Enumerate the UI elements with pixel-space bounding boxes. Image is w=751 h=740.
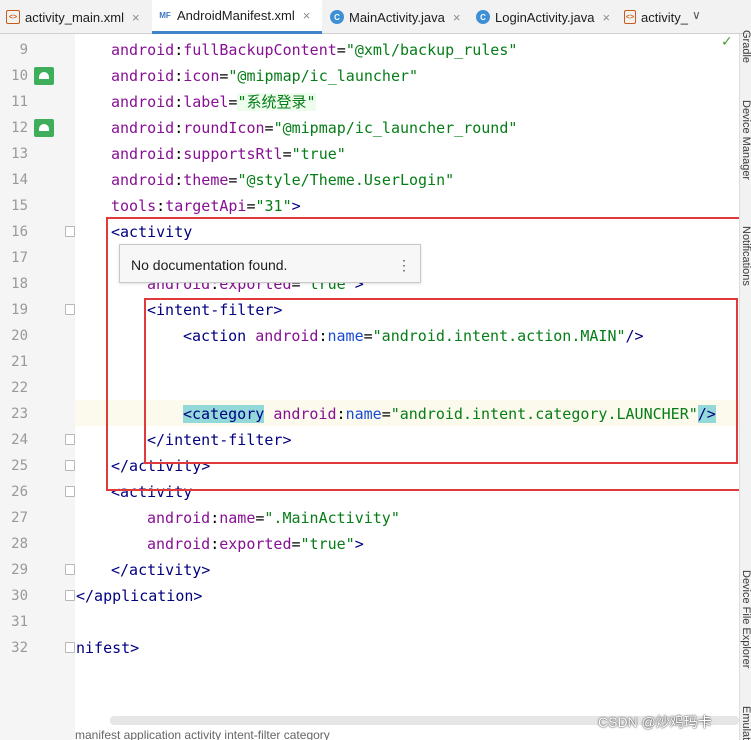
editor-tab-bar: <> activity_main.xml × MF AndroidManifes…	[0, 0, 751, 34]
close-icon[interactable]: ×	[132, 10, 140, 25]
code-text[interactable]: nifest>	[76, 635, 139, 661]
code-text[interactable]: android:label="系统登录"	[111, 89, 316, 115]
manifest-file-icon: MF	[159, 11, 171, 20]
code-text[interactable]: android:icon="@mipmap/ic_launcher"	[111, 63, 418, 89]
line-number: 20	[11, 328, 28, 344]
code-line: 28 android:exported="true">	[0, 531, 751, 557]
fold-icon[interactable]	[65, 434, 75, 445]
code-text[interactable]: android:exported="true">	[147, 531, 364, 557]
code-line: 12 android:roundIcon="@mipmap/ic_launche…	[0, 115, 751, 141]
code-line: 13 android:supportsRtl="true"	[0, 141, 751, 167]
line-number: 18	[11, 276, 28, 292]
code-line: 9 android:fullBackupContent="@xml/backup…	[0, 37, 751, 63]
line-number: 17	[11, 250, 28, 266]
android-icon[interactable]	[34, 119, 54, 137]
code-text[interactable]: tools:targetApi="31">	[111, 193, 301, 219]
code-text[interactable]: </application>	[76, 583, 202, 609]
annotation-box-intent-filter	[144, 298, 738, 464]
line-number: 16	[11, 224, 28, 240]
code-line: 30 </application>	[0, 583, 751, 609]
android-icon[interactable]	[34, 67, 54, 85]
line-number: 30	[11, 588, 28, 604]
code-line: 11 android:label="系统登录"	[0, 89, 751, 115]
tab-label: LoginActivity.java	[495, 9, 595, 25]
tab-list-dropdown-icon[interactable]: ∨	[692, 8, 701, 22]
tab-loginactivity-java[interactable]: C LoginActivity.java ×	[470, 0, 616, 34]
line-number: 19	[11, 302, 28, 318]
fold-icon[interactable]	[65, 642, 75, 653]
line-number: 24	[11, 432, 28, 448]
java-class-icon: C	[330, 10, 344, 24]
java-class-icon: C	[476, 10, 490, 24]
line-number: 23	[11, 406, 28, 422]
line-number: 32	[11, 640, 28, 656]
code-line: 14 android:theme="@style/Theme.UserLogin…	[0, 167, 751, 193]
line-number: 21	[11, 354, 28, 370]
check-icon: ✓	[721, 34, 733, 50]
fold-icon[interactable]	[65, 460, 75, 471]
code-text[interactable]: android:roundIcon="@mipmap/ic_launcher_r…	[111, 115, 517, 141]
tab-label: AndroidManifest.xml	[177, 8, 295, 23]
xml-file-icon: <>	[624, 10, 637, 24]
code-line: 15 tools:targetApi="31">	[0, 193, 751, 219]
tab-mainactivity-java[interactable]: C MainActivity.java ×	[324, 0, 468, 34]
code-text[interactable]: </activity>	[111, 557, 210, 583]
tab-label: activity_main.xml	[25, 9, 124, 25]
tab-activity-partial[interactable]: <> activity_	[618, 0, 688, 34]
device-manager-panel-tab[interactable]: Device Manager	[740, 100, 751, 180]
line-number: 22	[11, 380, 28, 396]
close-icon[interactable]: ×	[303, 8, 311, 23]
close-icon[interactable]: ×	[453, 10, 461, 25]
fold-icon[interactable]	[65, 304, 75, 315]
device-file-explorer-panel-tab[interactable]: Device File Explorer	[740, 570, 751, 668]
tab-label: MainActivity.java	[349, 9, 445, 25]
line-number: 9	[19, 42, 28, 58]
tab-activity-main-xml[interactable]: <> activity_main.xml ×	[0, 0, 150, 34]
code-text[interactable]: android:theme="@style/Theme.UserLogin"	[111, 167, 454, 193]
code-line: 10 android:icon="@mipmap/ic_launcher"	[0, 63, 751, 89]
fold-icon[interactable]	[65, 564, 75, 575]
line-number: 10	[11, 68, 28, 84]
line-number: 28	[11, 536, 28, 552]
code-text[interactable]: android:supportsRtl="true"	[111, 141, 346, 167]
tab-androidmanifest-xml[interactable]: MF AndroidManifest.xml ×	[152, 0, 322, 34]
emulator-panel-tab[interactable]: Emulator	[740, 706, 751, 740]
breadcrumb[interactable]: manifest application activity intent-fil…	[75, 728, 330, 740]
line-number: 27	[11, 510, 28, 526]
tab-label: activity_	[641, 9, 688, 25]
watermark: CSDN @炒鸡玛卡	[598, 714, 712, 730]
code-line: 31	[0, 609, 751, 635]
gradle-panel-tab[interactable]: Gradle	[740, 30, 751, 63]
line-number: 11	[11, 94, 28, 110]
line-number: 25	[11, 458, 28, 474]
code-text[interactable]: android:name=".MainActivity"	[147, 505, 400, 531]
code-text[interactable]: android:fullBackupContent="@xml/backup_r…	[111, 37, 517, 63]
fold-icon[interactable]	[65, 486, 75, 497]
code-line: 27 android:name=".MainActivity"	[0, 505, 751, 531]
xml-file-icon: <>	[6, 10, 20, 24]
line-number: 13	[11, 146, 28, 162]
code-line: 29 </activity>	[0, 557, 751, 583]
line-number: 12	[11, 120, 28, 136]
line-number: 14	[11, 172, 28, 188]
line-number: 31	[11, 614, 28, 630]
line-number: 29	[11, 562, 28, 578]
fold-icon[interactable]	[65, 226, 75, 237]
close-icon[interactable]: ×	[602, 10, 610, 25]
notifications-panel-tab[interactable]: Notifications	[740, 226, 751, 286]
fold-icon[interactable]	[65, 590, 75, 601]
line-number: 15	[11, 198, 28, 214]
code-line: 32 nifest>	[0, 635, 751, 661]
line-number: 26	[11, 484, 28, 500]
